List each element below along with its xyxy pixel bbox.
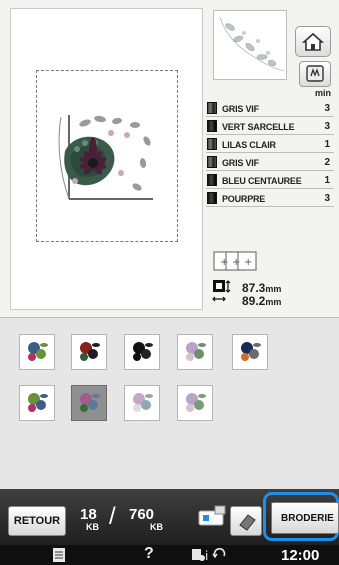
floral-pattern-icon — [28, 342, 48, 361]
clock-time: 12:00 — [281, 547, 320, 564]
memory-card-icon — [306, 65, 324, 82]
memory-separator: / — [109, 503, 116, 530]
color-list-item: LILAS CLAIR 1 — [206, 135, 334, 153]
color-list-item: GRIS VIF 3 — [206, 99, 334, 117]
svg-text:+: + — [244, 257, 252, 268]
pattern-layout-icon: + + + — [213, 251, 257, 271]
thread-swatch — [207, 174, 217, 186]
svg-text:+: + — [232, 257, 240, 268]
thread-color-name: LILAS CLAIR — [222, 140, 276, 150]
thread-swatch — [207, 138, 217, 150]
thread-swatch — [207, 102, 217, 114]
pattern-tile[interactable] — [124, 334, 160, 370]
embroidery-preview-canvas[interactable] — [10, 8, 203, 310]
document-icon[interactable] — [52, 547, 66, 563]
pattern-tile[interactable] — [124, 385, 160, 421]
thread-swatch — [207, 120, 217, 132]
memory-total-unit: KB — [150, 522, 163, 532]
thread-swatch — [207, 192, 217, 204]
pattern-tile[interactable] — [177, 334, 213, 370]
floral-pattern-icon — [186, 393, 206, 412]
memory-button[interactable] — [299, 61, 331, 87]
floral-pattern-icon — [28, 393, 48, 412]
pattern-tile[interactable] — [19, 334, 55, 370]
memory-used-unit: KB — [86, 522, 99, 532]
thread-color-name: GRIS VIF — [222, 158, 259, 168]
thread-time: 3 — [324, 103, 330, 114]
help-icon[interactable]: ? — [144, 545, 154, 563]
thread-color-name: GRIS VIF — [222, 104, 259, 114]
embroidery-button[interactable]: BRODERIE — [271, 502, 339, 534]
floral-pattern-icon — [133, 342, 153, 361]
floral-pattern-icon — [80, 393, 100, 412]
design-height: 89.2mm — [242, 294, 282, 308]
pattern-tile[interactable] — [71, 334, 107, 370]
thread-time: 1 — [324, 175, 330, 186]
thread-time: 2 — [324, 157, 330, 168]
floral-pattern-icon — [241, 342, 261, 361]
memory-used-value: 18 — [80, 506, 97, 523]
floral-pattern-icon — [186, 342, 206, 361]
home-icon — [301, 32, 325, 51]
time-unit-label: min — [315, 88, 332, 98]
pattern-tile[interactable] — [19, 385, 55, 421]
pattern-tile[interactable] — [177, 385, 213, 421]
floral-pattern-icon — [133, 393, 153, 412]
size-icon — [212, 280, 231, 302]
thread-color-name: BLEU CENTAUREE — [222, 176, 302, 186]
pattern-tile[interactable] — [232, 334, 268, 370]
design-preview-image — [58, 115, 153, 200]
design-width: 87.3mm — [242, 281, 282, 295]
machine-icon — [198, 505, 226, 526]
color-list-item: VERT SARCELLE 3 — [206, 117, 334, 135]
thread-time: 3 — [324, 193, 330, 204]
pattern-tile[interactable] — [71, 385, 107, 421]
svg-text:+: + — [220, 257, 228, 268]
settings-icons[interactable]: i — [191, 547, 231, 563]
home-button[interactable] — [295, 26, 331, 57]
design-thumbnail — [213, 10, 287, 80]
back-button[interactable]: RETOUR — [8, 506, 66, 536]
clear-button[interactable] — [230, 506, 262, 536]
memory-total-value: 760 — [129, 506, 155, 523]
thread-color-name: POURPRE — [222, 194, 266, 204]
hoop-area-outline — [36, 70, 178, 242]
floral-pattern-icon — [80, 342, 100, 361]
color-list-item: POURPRE 3 — [206, 189, 334, 207]
thread-swatch — [207, 156, 217, 168]
eraser-icon — [239, 514, 256, 531]
thread-color-name: VERT SARCELLE — [222, 122, 295, 132]
color-list-item: BLEU CENTAUREE 1 — [206, 171, 334, 189]
svg-text:i: i — [205, 549, 208, 563]
thread-time: 3 — [324, 121, 330, 132]
thread-time: 1 — [324, 139, 330, 150]
color-list-item: GRIS VIF 2 — [206, 153, 334, 171]
